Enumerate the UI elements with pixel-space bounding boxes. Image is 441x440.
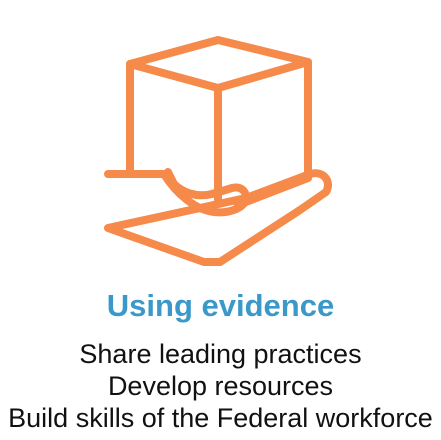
list-item: Build skills of the Federal workforce: [8, 403, 433, 433]
box-top-face: [126, 36, 312, 92]
practices-list: Share leading practices Develop resource…: [0, 338, 441, 434]
box-right-face: [234, 58, 312, 209]
illustration: [0, 0, 441, 280]
hand-holding-box-icon: [104, 36, 332, 266]
section-title: Using evidence: [106, 288, 335, 323]
list-item: Develop resources: [107, 371, 334, 401]
list-item: Share leading practices: [79, 339, 362, 369]
